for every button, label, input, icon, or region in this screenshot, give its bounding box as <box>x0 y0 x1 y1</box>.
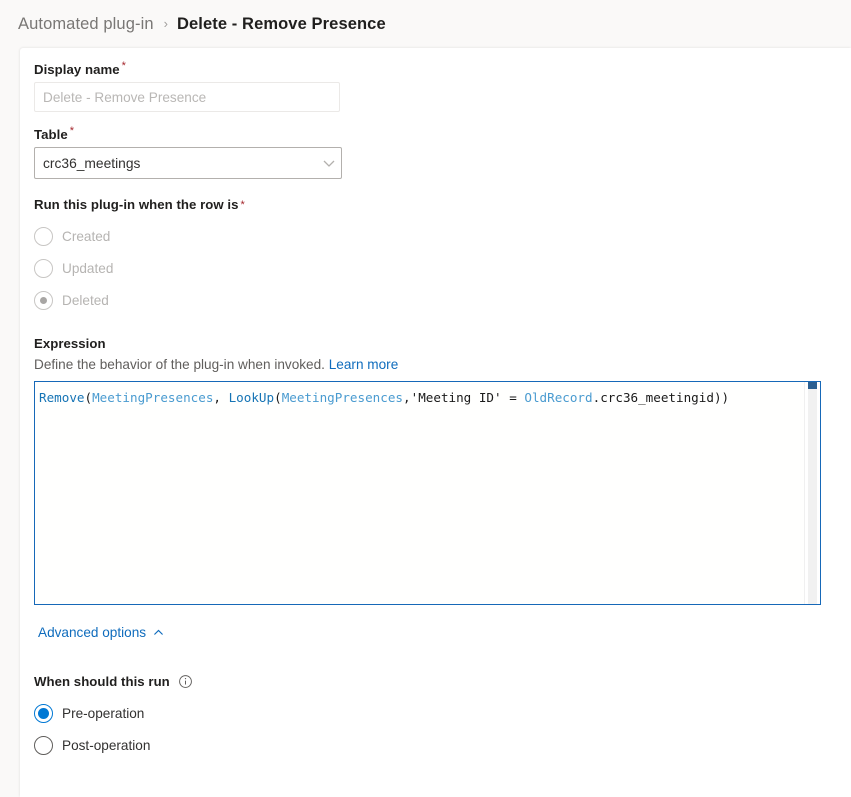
when-should-run-label: When should this run <box>34 674 851 689</box>
formula-token: )) <box>713 390 730 405</box>
expression-scrollbar-track[interactable] <box>808 382 817 604</box>
formula-token: , <box>403 390 411 405</box>
when-should-run-block: When should this run Pre-operation Post-… <box>34 674 851 759</box>
trigger-field-block: Run this plug-in when the row is * Create… <box>34 197 851 314</box>
formula-token: LookUp <box>228 390 275 405</box>
formula-token: ( <box>274 390 282 405</box>
radio-label: Created <box>62 228 111 244</box>
radio-trigger-deleted[interactable]: Deleted <box>34 286 851 314</box>
radio-trigger-updated[interactable]: Updated <box>34 254 851 282</box>
expression-title: Expression <box>34 336 106 351</box>
plugin-detail-card: Display name* Table* crc36_meetings Run … <box>20 48 851 797</box>
formula-token: ( <box>84 390 93 405</box>
radio-trigger-created[interactable]: Created <box>34 222 851 250</box>
chevron-up-icon <box>152 626 165 639</box>
formula-token: Remove <box>39 390 85 405</box>
radio-indicator <box>34 258 53 278</box>
table-dropdown[interactable]: crc36_meetings <box>34 147 342 179</box>
display-name-label: Display name * <box>34 59 851 77</box>
advanced-options-label: Advanced options <box>38 625 147 640</box>
learn-more-link[interactable]: Learn more <box>329 357 399 372</box>
formula-token: OldRecord <box>524 390 593 405</box>
expression-description-text: Define the behavior of the plug-in when … <box>34 357 325 372</box>
formula-token: , <box>213 390 229 405</box>
radio-pre-operation[interactable]: Pre-operation <box>34 699 851 727</box>
trigger-group-label-text: Run this plug-in when the row is <box>34 197 239 212</box>
breadcrumb-current-page: Delete - Remove Presence <box>176 14 386 33</box>
formula-token: MeetingPresences <box>281 390 404 405</box>
formula-token: .crc36_meetingid <box>592 390 714 405</box>
radio-indicator <box>34 735 53 755</box>
chevron-down-icon <box>321 155 337 171</box>
expression-editor[interactable]: Remove(MeetingPresences, LookUp(MeetingP… <box>34 381 821 605</box>
radio-label: Post-operation <box>62 737 151 753</box>
plugin-form: Display name* Table* crc36_meetings Run … <box>20 48 851 759</box>
display-name-field-block: Display name * <box>34 59 851 112</box>
radio-indicator-selected <box>34 290 53 310</box>
expression-scrollbar[interactable] <box>804 382 820 604</box>
table-label: Table * <box>34 124 851 142</box>
advanced-options-toggle[interactable]: Advanced options <box>38 625 165 640</box>
expression-description: Define the behavior of the plug-in when … <box>34 357 851 372</box>
when-should-run-label-text: When should this run <box>34 674 170 689</box>
table-field-block: Table * crc36_meetings <box>34 124 851 179</box>
info-icon[interactable] <box>178 674 193 689</box>
expression-section: Expression Define the behavior of the pl… <box>34 336 851 605</box>
formula-token: MeetingPresences <box>92 390 214 405</box>
table-selected-value: crc36_meetings <box>43 155 141 171</box>
formula-token: = <box>501 390 525 405</box>
table-label-text: Table <box>34 127 68 142</box>
table-required-marker: * <box>69 124 75 137</box>
display-name-input[interactable] <box>34 82 340 112</box>
expression-formula-text: Remove(MeetingPresences, LookUp(MeetingP… <box>39 390 810 406</box>
display-name-label-text: Display name <box>34 62 120 77</box>
display-name-required-marker: * <box>121 59 126 72</box>
breadcrumb-separator-icon: › <box>163 15 168 31</box>
radio-indicator-selected <box>34 703 53 723</box>
radio-label: Deleted <box>62 292 109 308</box>
expression-scrollbar-thumb[interactable] <box>808 382 817 389</box>
breadcrumb-parent-link[interactable]: Automated plug-in <box>18 15 154 34</box>
trigger-group-label: Run this plug-in when the row is * <box>34 197 245 212</box>
breadcrumb: Automated plug-in › Delete - Remove Pres… <box>0 0 851 48</box>
radio-indicator <box>34 226 53 246</box>
radio-post-operation[interactable]: Post-operation <box>34 731 851 759</box>
radio-label: Updated <box>62 260 114 276</box>
formula-token: 'Meeting ID' <box>410 390 502 405</box>
radio-label: Pre-operation <box>62 705 145 721</box>
